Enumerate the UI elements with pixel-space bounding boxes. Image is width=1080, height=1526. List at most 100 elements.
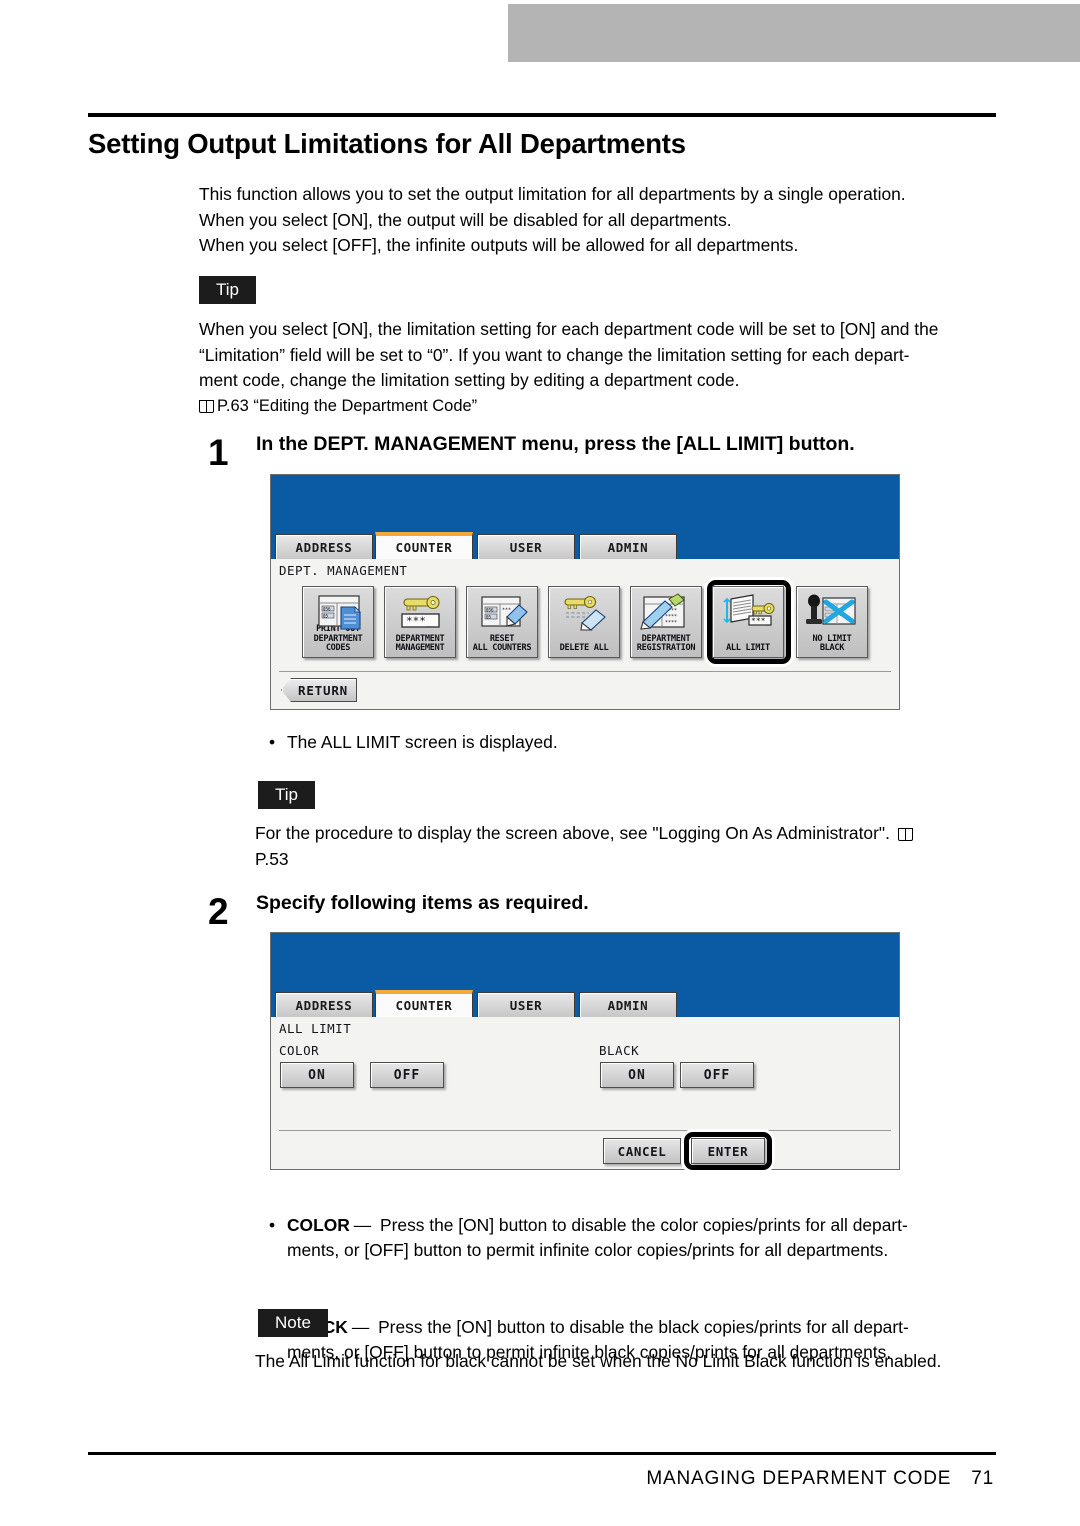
note-body: The All Limit function for black cannot …: [255, 1349, 1000, 1375]
print-out-department-codes-icon: 056 05 *** ***: [303, 591, 373, 633]
color-on-button[interactable]: ON: [280, 1062, 354, 1088]
screen1-body: DEPT. MANAGEMENT 056 05 *** ***: [271, 559, 899, 709]
screen2-breadcrumb: ALL LIMIT: [279, 1021, 352, 1036]
bullet-dot: •: [269, 1214, 276, 1235]
device-screen-all-limit: ADDRESS COUNTER USER ADMIN ALL LIMIT COL…: [270, 932, 900, 1170]
screen1-tab-user[interactable]: USER: [477, 534, 575, 559]
svg-text:****: ****: [665, 620, 677, 626]
option-black-line-1: BLACK— Press the [ON] button to disable …: [287, 1315, 1000, 1341]
button-print-out-department-codes[interactable]: 056 05 *** *** PRINT OUT DEPARTMENT CODE…: [302, 586, 374, 658]
screen2-tab-admin[interactable]: ADMIN: [579, 992, 677, 1017]
button-caption-line2: MANAGEMENT: [395, 643, 445, 654]
button-no-limit-black[interactable]: +++ +++ NO LIMIT BLACK: [796, 586, 868, 658]
button-delete-all[interactable]: DELETE ALL: [548, 586, 620, 658]
tip-2-line-2: P.53: [255, 848, 289, 869]
tip-badge-1: Tip: [199, 276, 256, 304]
title-rule: [88, 113, 996, 117]
button-caption-line2: BLACK: [819, 643, 845, 654]
screen1-separator: [279, 671, 891, 672]
step-1-number: 1: [208, 432, 229, 473]
tip-1-body: When you select [ON], the limitation set…: [199, 317, 999, 419]
step-1-result-text: The ALL LIMIT screen is displayed.: [287, 732, 558, 752]
color-group-label: COLOR: [279, 1043, 320, 1058]
department-registration-icon: **** **** ****: [631, 591, 701, 633]
svg-text:05: 05: [323, 614, 329, 619]
black-group-label: BLACK: [599, 1043, 640, 1058]
button-department-management[interactable]: ***_ DEPARTMENT MANAGEMENT: [384, 586, 456, 658]
black-on-button[interactable]: ON: [600, 1062, 674, 1088]
svg-text:***_: ***_: [751, 617, 770, 626]
page-title: Setting Output Limitations for All Depar…: [88, 128, 686, 159]
option-color-dash: —: [353, 1214, 372, 1235]
device-screen-dept-management: ADDRESS COUNTER USER ADMIN DEPT. MANAGEM…: [270, 474, 900, 710]
screen1-breadcrumb: DEPT. MANAGEMENT: [279, 563, 408, 578]
step-2-heading: Specify following items as required.: [256, 892, 589, 914]
intro-paragraph: This function allows you to set the outp…: [199, 182, 999, 259]
svg-text:05: 05: [486, 615, 492, 620]
tip-1-line-2: “Limitation” field will be set to “0”. I…: [199, 344, 910, 365]
cancel-button[interactable]: CANCEL: [603, 1138, 681, 1164]
intro-line-2: When you select [ON], the output will be…: [199, 209, 732, 230]
book-reference-icon: [897, 828, 913, 841]
option-black-text-1: Press the [ON] button to disable the bla…: [373, 1316, 909, 1337]
bullet-dot: •: [269, 732, 276, 752]
tip-1-reference-text: P.63 “Editing the Department Code”: [217, 396, 478, 415]
footer-page-number: 71: [971, 1468, 994, 1489]
tip-2-line-1: For the procedure to display the screen …: [255, 821, 1000, 847]
step-1-result: • The ALL LIMIT screen is displayed.: [255, 730, 995, 756]
color-off-button[interactable]: OFF: [370, 1062, 444, 1088]
option-black-dash: —: [351, 1316, 370, 1337]
black-off-button[interactable]: OFF: [680, 1062, 754, 1088]
step-2-number: 2: [208, 891, 229, 932]
reset-all-counters-icon: 056 05 ***: [467, 591, 537, 633]
footer-section-title: MANAGING DEPARMENT CODE: [646, 1468, 952, 1489]
button-department-registration[interactable]: **** **** **** DEPARTMENT REGISTRATION: [630, 586, 702, 658]
tip-2-text: For the procedure to display the screen …: [255, 823, 890, 843]
screen2-separator: [279, 1130, 891, 1131]
option-color-text-1: Press the [ON] button to disable the col…: [375, 1214, 908, 1235]
page-top-decorative-bar: [508, 4, 1080, 62]
button-all-limit[interactable]: ***_ ALL LIMIT: [712, 586, 784, 658]
department-management-icon: ***_: [385, 591, 455, 633]
screen2-body: ALL LIMIT COLOR ON OFF BLACK ON OFF CANC…: [271, 1017, 899, 1170]
screen1-tab-counter[interactable]: COUNTER: [375, 532, 473, 559]
return-button[interactable]: RETURN: [281, 678, 357, 702]
screen2-tab-address[interactable]: ADDRESS: [275, 992, 373, 1017]
svg-text:056: 056: [323, 607, 331, 612]
button-caption-line2: DEPARTMENT CODES: [313, 633, 363, 654]
tip-1-line-1: When you select [ON], the limitation set…: [199, 319, 939, 339]
note-badge: Note: [258, 1309, 328, 1337]
screen2-tab-user[interactable]: USER: [477, 992, 575, 1017]
screen2-blue-header: [271, 933, 899, 990]
all-limit-icon: ***_: [713, 591, 783, 633]
intro-line-3: When you select [OFF], the infinite outp…: [199, 235, 799, 255]
screen1-tab-admin[interactable]: ADMIN: [579, 534, 677, 559]
option-item-color: • COLOR — Press the [ON] button to disabl…: [255, 1213, 1000, 1264]
screen1-tab-address[interactable]: ADDRESS: [275, 534, 373, 559]
enter-button[interactable]: ENTER: [691, 1138, 765, 1164]
screen1-tab-row: ADDRESS COUNTER USER ADMIN: [271, 532, 899, 559]
tip-2-body: For the procedure to display the screen …: [255, 821, 1000, 872]
tip-1-reference: P.63 “Editing the Department Code”: [199, 394, 999, 420]
delete-all-icon: [549, 591, 619, 633]
svg-text:056: 056: [486, 608, 494, 613]
note-text: The All Limit function for black cannot …: [255, 1351, 942, 1371]
option-color-line-1: COLOR — Press the [ON] button to disable …: [287, 1213, 1000, 1239]
button-reset-all-counters[interactable]: 056 05 *** RESET ALL COUNTERS: [466, 586, 538, 658]
footer-rule: [88, 1452, 996, 1455]
screen2-tab-counter[interactable]: COUNTER: [375, 990, 473, 1017]
button-caption-line1: ALL LIMIT: [726, 643, 770, 654]
screen2-tab-row: ADDRESS COUNTER USER ADMIN: [271, 990, 899, 1017]
tip-1-line-3: ment code, change the limitation setting…: [199, 370, 740, 390]
intro-line-1: This function allows you to set the outp…: [199, 184, 906, 204]
svg-text:***_: ***_: [406, 615, 433, 628]
option-color-term: COLOR: [287, 1214, 350, 1235]
option-color-line-2: ments, or [OFF] button to permit infinit…: [287, 1240, 889, 1260]
button-caption-line2: REGISTRATION: [636, 643, 696, 654]
book-reference-icon: [199, 399, 214, 413]
button-caption-line1: DELETE ALL: [559, 643, 609, 654]
no-limit-black-icon: +++ +++: [797, 591, 867, 633]
svg-text:***: ***: [502, 608, 511, 614]
tip-badge-2: Tip: [258, 781, 315, 809]
button-caption-line2: ALL COUNTERS: [472, 643, 532, 654]
